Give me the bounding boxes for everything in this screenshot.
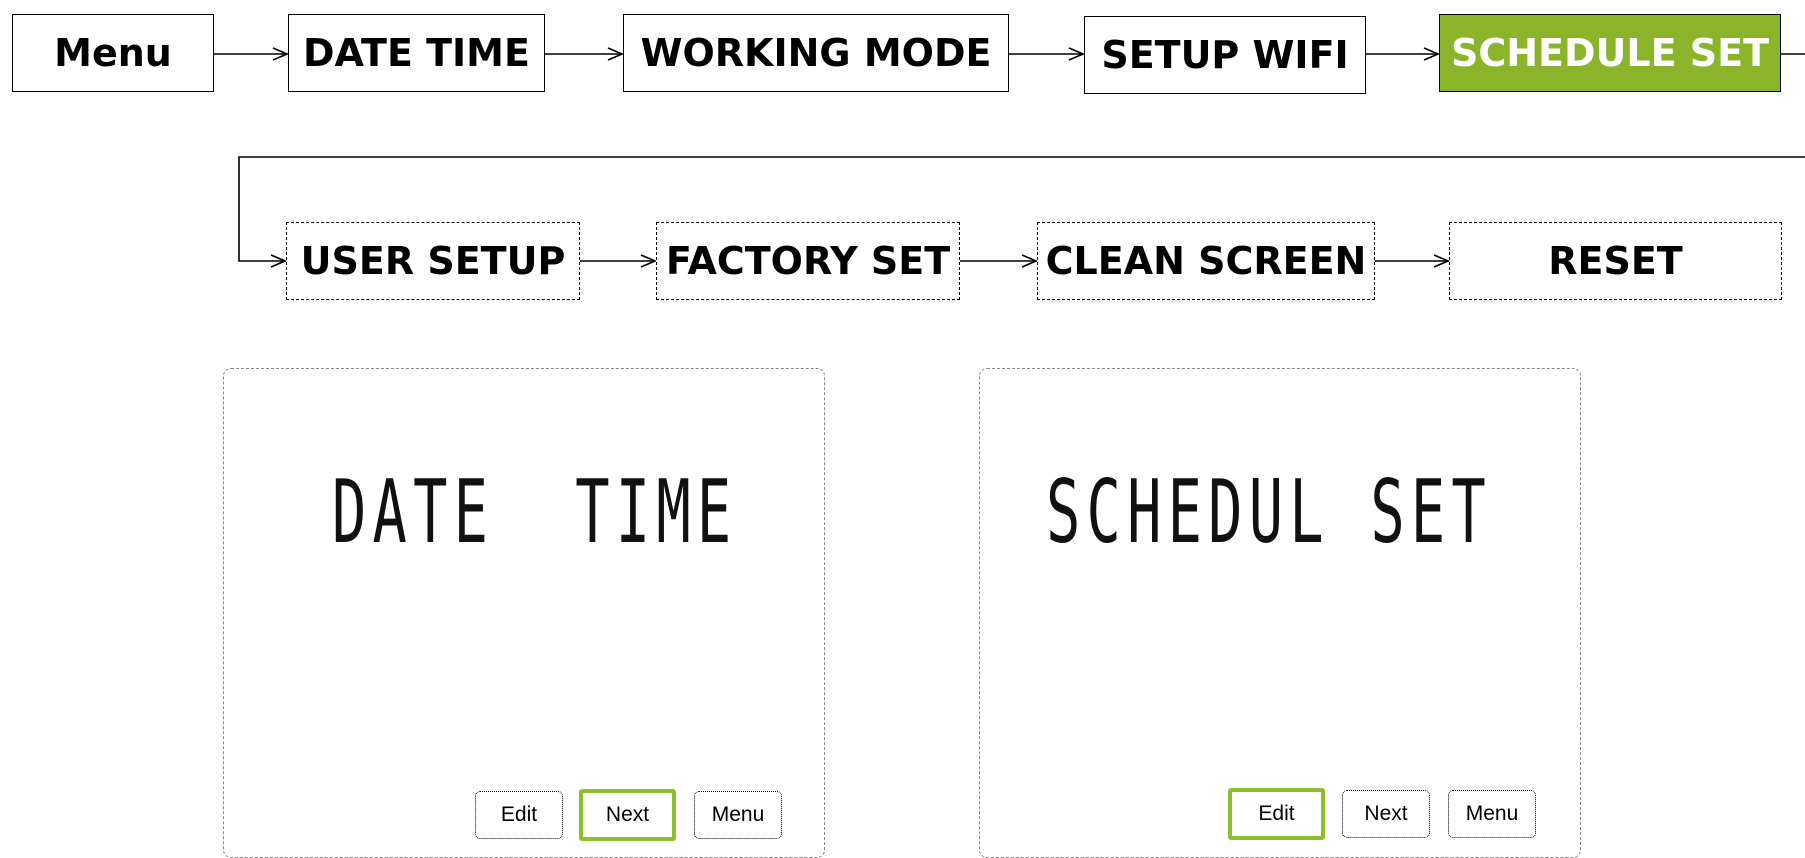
node-working-mode-label: WORKING MODE xyxy=(640,31,992,75)
menu-button-label: Menu xyxy=(1465,802,1519,825)
node-clean-screen[interactable]: CLEAN SCREEN xyxy=(1037,222,1375,300)
node-schedule-set[interactable]: SCHEDULE SET xyxy=(1439,14,1781,92)
edit-button-label: Edit xyxy=(1258,802,1295,825)
menu-button[interactable]: Menu xyxy=(694,791,782,839)
edit-button-label: Edit xyxy=(500,803,538,826)
next-button-label: Next xyxy=(1364,802,1408,825)
node-factory-set[interactable]: FACTORY SET xyxy=(656,222,960,300)
node-reset-label: RESET xyxy=(1548,239,1683,283)
screen-date-time: DATE TIME Edit Next Menu xyxy=(223,368,825,858)
node-date-time-label: DATE TIME xyxy=(303,31,530,75)
node-setup-wifi[interactable]: SETUP WIFI xyxy=(1084,16,1366,94)
edit-button[interactable]: Edit xyxy=(475,791,563,839)
node-user-setup[interactable]: USER SETUP xyxy=(286,222,580,300)
next-button[interactable]: Next xyxy=(1342,790,1430,838)
node-user-setup-label: USER SETUP xyxy=(300,239,566,283)
menu-button-label: Menu xyxy=(711,803,765,826)
node-clean-screen-label: CLEAN SCREEN xyxy=(1045,239,1367,283)
node-menu-label: Menu xyxy=(54,31,172,75)
node-working-mode[interactable]: WORKING MODE xyxy=(623,14,1009,92)
node-menu[interactable]: Menu xyxy=(12,14,214,92)
screen-display-text: DATE TIME xyxy=(332,461,738,563)
node-factory-set-label: FACTORY SET xyxy=(665,239,951,283)
node-schedule-set-label: SCHEDULE SET xyxy=(1450,31,1770,75)
screen-schedule-set: SCHEDUL SET Edit Next Menu xyxy=(979,368,1581,858)
next-button-label: Next xyxy=(605,803,650,826)
node-reset[interactable]: RESET xyxy=(1449,222,1782,300)
menu-button[interactable]: Menu xyxy=(1448,790,1536,838)
edit-button[interactable]: Edit xyxy=(1228,788,1325,840)
node-setup-wifi-label: SETUP WIFI xyxy=(1101,33,1349,77)
node-date-time[interactable]: DATE TIME xyxy=(288,14,545,92)
screen-display-text: SCHEDUL SET xyxy=(1046,461,1492,563)
next-button[interactable]: Next xyxy=(579,789,676,841)
